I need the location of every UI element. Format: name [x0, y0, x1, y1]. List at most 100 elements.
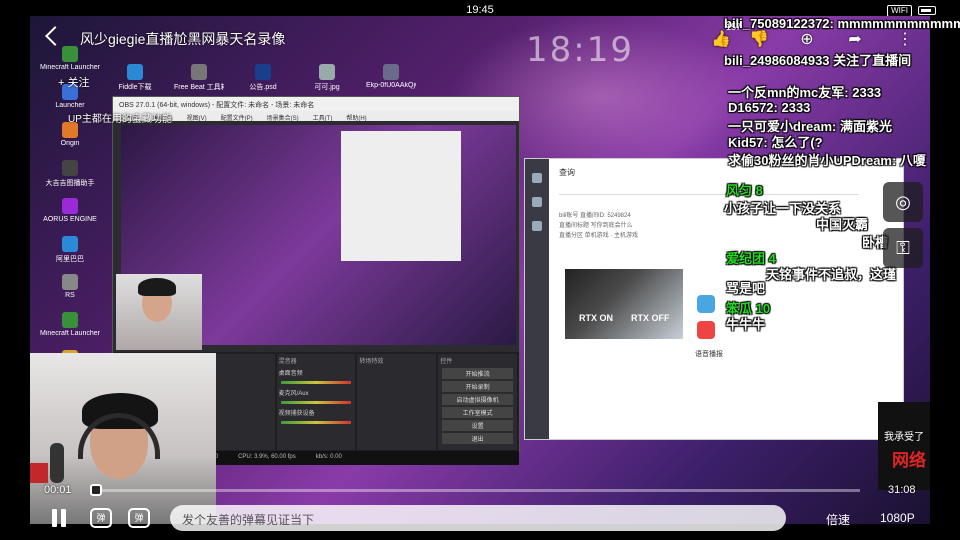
desktop-icon[interactable]: 公告.psd — [238, 64, 288, 96]
panel-header: 查询 — [559, 168, 575, 177]
danmaku-settings-icon[interactable]: 弹 — [128, 508, 150, 528]
obs-menu-item: 配置文件(P) — [220, 116, 253, 122]
coin-icon[interactable]: ⊕ — [796, 30, 818, 50]
thumb-tag: RTX OFF — [631, 313, 670, 323]
battery-icon — [918, 6, 936, 15]
obs-control-button: 启动虚拟摄像机 — [442, 394, 513, 405]
danmaku-comment: 牛牛牛 — [726, 314, 765, 333]
streamer-cam-small — [116, 274, 202, 350]
desktop-icon-label: Free Beat 工具箱 — [174, 84, 224, 91]
desktop-icon-label: 公告.psd — [249, 84, 277, 91]
danmaku-text: 风匀 8 — [726, 183, 763, 198]
obs-menu-item: 帮助(H) — [346, 116, 367, 122]
danmaku-comment: D16572: 2333 — [728, 100, 810, 115]
danmaku-toggle-icon[interactable]: 弹 — [90, 508, 112, 528]
bili-live-panel: 查询 bili账号 直播间ID: 5249824 直播间标题 写你到底会什么 直… — [524, 158, 904, 440]
obs-dock: 转场特效 — [357, 354, 437, 450]
desktop-icon-label: Ekp-0fU0AAkQjC.jpg — [366, 82, 416, 89]
desktop-icon[interactable]: Ekp-0fU0AAkQjC.jpg — [366, 64, 416, 96]
desktop-icon[interactable]: RS — [30, 274, 110, 306]
desktop-icon-label: 大吉吉图播助手 — [45, 180, 95, 187]
video-player[interactable]: 19:45 WIFI 18:19 Minecraft Launcher Launc… — [0, 0, 960, 540]
desktop-icon[interactable]: Free Beat 工具箱 — [174, 64, 224, 96]
chart-icon — [532, 221, 542, 231]
nested-browser — [341, 131, 461, 261]
tts-label: 语音播报 — [695, 351, 723, 358]
volume-meter — [280, 421, 352, 424]
overlay-ad-line: 网络 — [892, 451, 926, 470]
desktop-icon[interactable]: 大吉吉图播助手 — [30, 160, 110, 192]
desktop-icon[interactable]: AORUS ENGINE — [30, 198, 110, 230]
obs-control-button: 退出 — [442, 433, 513, 444]
obs-dock-title: 混音器 — [278, 359, 297, 365]
clock-icon — [532, 197, 542, 207]
desktop-icon[interactable]: Minecraft Launcher — [30, 312, 110, 344]
file-icon — [383, 64, 399, 80]
obs-titlebar: OBS 27.0.1 (64-bit, windows) - 配置文件: 未命名… — [113, 97, 519, 111]
obs-control-button: 开始录制 — [442, 381, 513, 392]
obs-menu-item: 场景集合(S) — [266, 116, 299, 122]
microphone — [50, 443, 64, 483]
control-bar: 弹 弹 发个友善的弹幕见证当下 倍速 1080P — [30, 504, 930, 534]
app-icon — [62, 236, 78, 252]
danmaku-text: 骂是吧 — [726, 281, 766, 296]
app-icon — [62, 198, 78, 214]
desktop-icon-column: Minecraft Launcher Launcher Origin 大吉吉图播助手 A… — [30, 46, 110, 388]
file-icon — [319, 64, 335, 80]
danmaku-text: Kid57: 怎么了(? — [728, 135, 823, 150]
progress-bar[interactable] — [94, 489, 860, 492]
like-icon[interactable]: 👍 — [710, 30, 732, 50]
pause-icon[interactable] — [50, 509, 68, 529]
desktop-icon-label: AORUS ENGINE — [43, 216, 97, 223]
desktop-icon[interactable]: Fiddle下载 — [110, 64, 160, 96]
danmaku-comment: 骂是吧 — [726, 278, 765, 297]
speed-button[interactable]: 倍速 — [826, 511, 850, 528]
danmaku-text: 求偷30粉丝的肖小UPDream: 八嗄 — [728, 153, 926, 168]
file-icon — [191, 64, 207, 80]
mixer-label: 麦克风/Aux — [278, 391, 309, 397]
danmaku-text: 天铭事件不追叔，这瑾 — [766, 267, 897, 282]
desktop-icon[interactable]: 阿里巴巴 — [30, 236, 110, 268]
overlay-ad[interactable]: 我承受了 网络 — [878, 402, 930, 490]
obs-menubar: 文件(F) 编辑(E) 视图(V) 配置文件(P) 场景集合(S) 工具(T) 帮助(H) — [113, 111, 519, 122]
obs-control-button: 工作室模式 — [442, 407, 513, 418]
follow-button[interactable]: + 关注 — [58, 74, 89, 90]
danmaku-input[interactable]: 发个友善的弹幕见证当下 — [170, 505, 786, 531]
danmaku-comment: 风匀 8 — [726, 180, 763, 199]
danmaku-comment: 天铭事件不追叔，这瑾 — [766, 264, 896, 283]
live-thumbnail: RTX ON RTX OFF — [565, 269, 683, 339]
desktop-icon-label: Minecraft Launcher — [40, 64, 100, 71]
panel-search — [559, 181, 859, 195]
status-clock: 19:45 — [466, 4, 494, 16]
share-icon[interactable]: ➦ — [844, 30, 866, 50]
app-icon — [62, 274, 78, 290]
desktop-icon[interactable]: Origin — [30, 122, 110, 154]
dislike-icon[interactable]: 👎 — [748, 30, 770, 50]
unlock-icon[interactable]: ⚿ — [883, 228, 923, 268]
danmaku-text: 牛牛牛 — [726, 317, 766, 332]
up-feature-tip[interactable]: UP主都在用的宝藏功能 — [68, 110, 172, 125]
panel-sidebar — [525, 159, 549, 439]
panel-info: bili账号 直播间ID: 5249824 直播间标题 写你到底会什么 直播分区… — [559, 211, 638, 241]
danmaku-text: D16572: 2333 — [728, 100, 811, 115]
quality-button[interactable]: 1080P — [880, 511, 915, 525]
obs-dock-title: 控件 — [440, 359, 453, 365]
obs-control-button: 开始推流 — [442, 368, 513, 379]
more-icon[interactable]: ⋮ — [894, 30, 916, 50]
desktop-icon-label: Launcher — [55, 102, 85, 109]
screenshot-icon[interactable]: ◎ — [883, 182, 923, 222]
app-icon — [62, 160, 78, 176]
panel-info-line: 直播间标题 写你到底会什么 — [559, 223, 633, 229]
progress-handle[interactable] — [90, 484, 102, 496]
home-icon — [532, 173, 542, 183]
streamer-hair — [138, 278, 176, 296]
progress-row: 00:01 31:08 — [30, 480, 930, 500]
obs-status-item: CPU: 3.9%, 60.00 fps — [238, 454, 296, 460]
obs-menu-item: 视图(V) — [186, 116, 207, 122]
desktop-icon[interactable]: 可可.jpg — [302, 64, 352, 96]
back-icon[interactable] — [45, 26, 65, 46]
panel-info-line: bili账号 直播间ID: 5249824 — [559, 213, 631, 219]
obs-control-button: 设置 — [442, 420, 513, 431]
player-topbar: 风少giegie直播尬黑网暴天名录像 157 👍 👎 ⊕ ➦ ⋮ — [30, 20, 930, 60]
duration: 31:08 — [888, 484, 916, 496]
